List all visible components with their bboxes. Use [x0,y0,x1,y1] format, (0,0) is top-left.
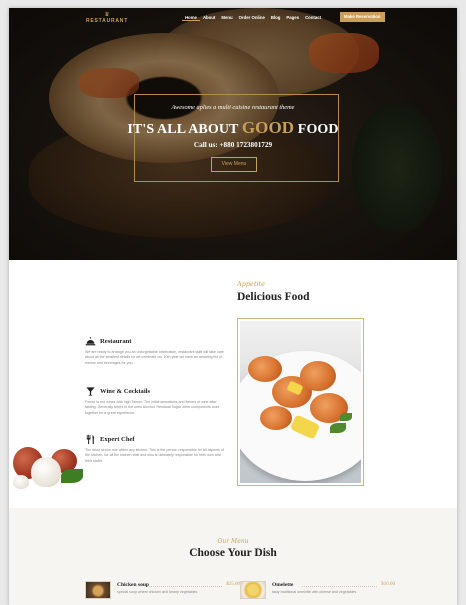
herb-leaf [340,413,352,421]
shrimp [300,361,336,391]
menu-item[interactable]: Chicken soup $25.00 special soup where c… [85,581,240,599]
feature-expert-chef: Expert Chef The most senior role within … [85,434,225,464]
feature-title: Expert Chef [100,436,135,443]
garlic [13,475,29,489]
herb-leaf [330,423,346,433]
menu-script-heading: Our Menu [217,538,249,545]
dish-description: tasty traditional omelette with cheese a… [272,590,357,594]
about-section: Appetite Delicious Food Restaurant We ar… [9,260,457,508]
nav-item-menu[interactable]: Menu [218,15,235,21]
nav-item-blog[interactable]: Blog [268,15,284,21]
shrimp [248,356,282,382]
nav-item-order-online[interactable]: Order Online [236,15,268,21]
cloche-icon [85,337,96,346]
feature-restaurant: Restaurant We are ready to arrange you a… [85,336,225,366]
view-menu-button[interactable]: View Menu [211,157,257,172]
leader-dots [302,586,377,587]
hero-section: ♛ RESTAURANT Home About Menu Order Onlin… [9,8,457,260]
dish-price: $10.00 [381,582,395,587]
about-script-heading: Appetite [237,280,266,288]
feature-text: We are ready to arrange you an unforgett… [85,350,224,365]
nav-item-home[interactable]: Home [182,15,200,21]
shrimp [260,406,292,430]
hero-title-highlight: GOOD [241,118,295,137]
feature-title: Restaurant [100,338,132,345]
make-reservation-button[interactable]: Make Reservation [340,12,385,22]
page: ♛ RESTAURANT Home About Menu Order Onlin… [9,8,457,605]
dish-thumbnail [240,581,266,599]
dish-price: $25.00 [226,582,240,587]
hero-title: IT'S ALL ABOUT GOOD FOOD [9,118,457,138]
feature-title: Wine & Cocktails [100,388,151,395]
seafood-dish-image [240,321,361,483]
food-photo-frame [237,318,364,486]
leader-dots [147,586,222,587]
hero-title-pre: IT'S ALL ABOUT [127,122,242,137]
dish-description: special soup where chicken and hearty ve… [117,590,198,594]
dish-thumbnail [85,581,111,599]
vegetables-image [9,443,89,503]
top-navigation: ♛ RESTAURANT Home About Menu Order Onlin… [9,8,457,30]
feature-text: Found in red wines with high Tannin. The… [85,400,220,415]
nav-item-pages[interactable]: Pages [283,15,302,21]
feature-wine-cocktails: Wine & Cocktails Found in red wines with… [85,386,225,416]
menu-section: Our Menu Choose Your Dish Chicken soup $… [9,508,457,605]
menu-title: Choose Your Dish [189,547,277,559]
feature-text: The most senior role within any kitchen.… [85,448,224,463]
logo[interactable]: ♛ RESTAURANT [86,12,128,26]
nav-item-contact[interactable]: Contact [302,15,324,21]
garlic [31,457,61,487]
hero-phone: Call us: +880 1723801729 [193,141,273,149]
main-menu: Home About Menu Order Online Blog Pages … [182,15,324,21]
herbs [61,469,83,483]
nav-item-about[interactable]: About [200,15,218,21]
dish-name: Omelette [272,582,294,588]
dish-name: Chicken soup [117,582,149,588]
menu-item[interactable]: Omelette $10.00 tasty traditional omelet… [240,581,395,599]
hero-subtitle: Awesome aplies a multi cuisine restauran… [171,104,295,111]
cocktail-icon [86,387,95,396]
logo-text: RESTAURANT [86,18,129,24]
hero-title-post: FOOD [294,122,339,137]
about-title: Delicious Food [237,291,310,303]
